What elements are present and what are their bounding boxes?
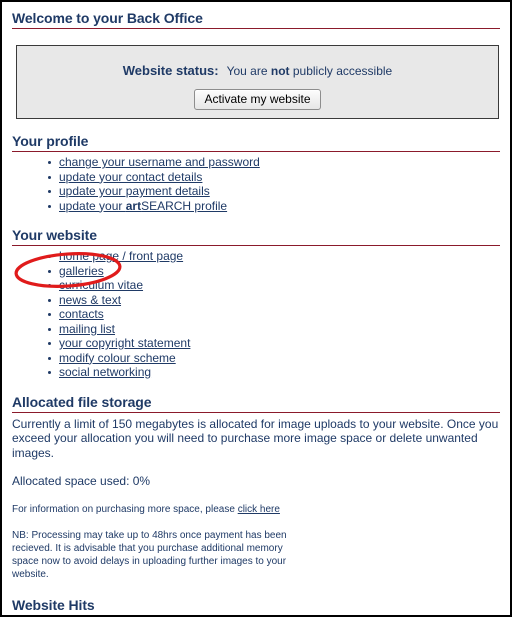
page-title: Welcome to your Back Office <box>12 10 203 26</box>
list-item: galleries <box>12 264 500 279</box>
artsearch-link-prefix: update your <box>59 198 126 213</box>
website-status-line: Website status: You are not publicly acce… <box>17 46 498 78</box>
link-home-page[interactable]: home page / front page <box>59 249 183 263</box>
list-item: curriculum vitae <box>12 278 500 293</box>
link-mailing-list[interactable]: mailing list <box>59 322 115 336</box>
link-change-username-password[interactable]: change your username and password <box>59 155 260 169</box>
hits-heading-rule <box>12 614 500 615</box>
website-heading: Your website <box>12 227 97 243</box>
hits-section: Website Hits Your website has received h… <box>12 596 500 615</box>
storage-heading: Allocated file storage <box>12 393 152 410</box>
storage-purchase-line: For information on purchasing more space… <box>12 503 500 516</box>
page-title-block: Welcome to your Back Office <box>12 2 500 29</box>
link-news-text[interactable]: news & text <box>59 293 121 307</box>
back-office-page: Welcome to your Back Office Website stat… <box>0 0 512 617</box>
storage-nb-note: NB: Processing may take up to 48hrs once… <box>12 529 287 580</box>
link-contacts[interactable]: contacts <box>59 307 104 321</box>
list-item: your copyright statement <box>12 336 500 351</box>
artsearch-link-rest: SEARCH profile <box>141 198 228 213</box>
list-item: news & text <box>12 293 500 308</box>
list-item: modify colour scheme <box>12 351 500 366</box>
storage-space-used: Allocated space used: 0% <box>12 474 151 488</box>
website-links-list: home page / front page galleries curricu… <box>12 249 500 380</box>
profile-section: Your profile change your username and pa… <box>12 133 500 213</box>
profile-heading-rule <box>12 151 500 152</box>
storage-section: Allocated file storage Currently a limit… <box>12 394 500 581</box>
link-social-networking[interactable]: social networking <box>59 365 151 379</box>
list-item: change your username and password <box>12 155 500 170</box>
artsearch-link-bold: art <box>125 198 142 213</box>
list-item: home page / front page <box>12 249 500 264</box>
website-status-label: Website status: <box>122 63 219 78</box>
profile-links-list: change your username and password update… <box>12 155 500 213</box>
link-update-artsearch-profile[interactable]: update your artSEARCH profile <box>59 199 227 213</box>
link-update-contact-details[interactable]: update your contact details <box>59 170 202 184</box>
link-copyright-statement[interactable]: your copyright statement <box>59 336 190 350</box>
activate-website-button[interactable]: Activate my website <box>194 89 321 110</box>
list-item: update your artSEARCH profile <box>12 199 500 214</box>
status-text-before: You are <box>226 64 271 78</box>
storage-heading-rule <box>12 411 500 413</box>
link-click-here[interactable]: click here <box>238 504 280 515</box>
list-item: update your contact details <box>12 170 500 185</box>
profile-heading: Your profile <box>12 133 89 149</box>
status-text-after: publicly accessible <box>289 64 393 78</box>
link-curriculum-vitae[interactable]: curriculum vitae <box>59 278 143 292</box>
storage-paragraph: Currently a limit of 150 megabytes is al… <box>12 416 499 460</box>
hits-heading: Website Hits <box>12 596 95 613</box>
list-item: mailing list <box>12 322 500 337</box>
list-item: social networking <box>12 365 500 380</box>
website-heading-rule <box>12 245 500 246</box>
status-text-emphasis: not <box>270 64 290 78</box>
website-status-value: You are not publicly accessible <box>227 64 393 78</box>
link-update-payment-details[interactable]: update your payment details <box>59 184 210 198</box>
website-section: Your website home page / front page gall… <box>12 227 500 380</box>
website-status-panel: Website status: You are not publicly acce… <box>16 45 499 119</box>
list-item: contacts <box>12 307 500 322</box>
list-item: update your payment details <box>12 184 500 199</box>
link-modify-colour-scheme[interactable]: modify colour scheme <box>59 351 176 365</box>
page-title-rule <box>12 28 500 29</box>
purchase-text: For information on purchasing more space… <box>12 503 238 515</box>
link-galleries[interactable]: galleries <box>59 264 104 278</box>
